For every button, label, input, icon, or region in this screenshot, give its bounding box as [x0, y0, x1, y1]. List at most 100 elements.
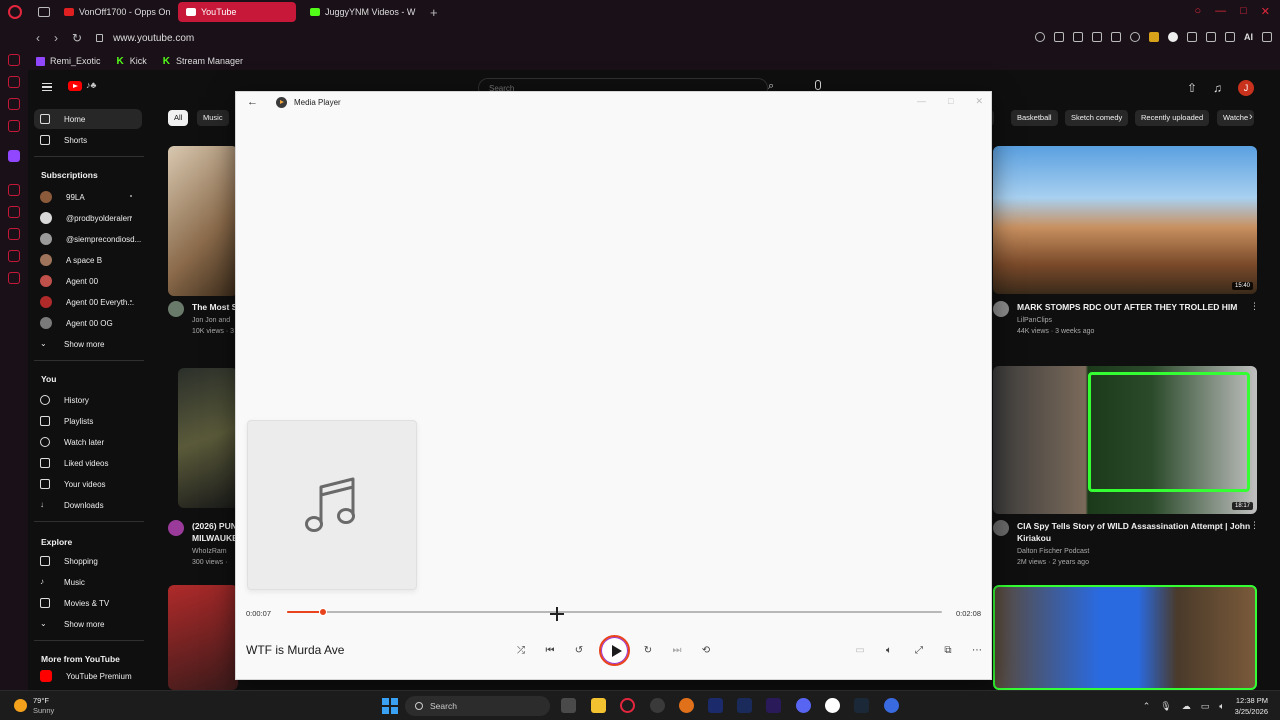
downloads-icon[interactable] — [8, 250, 20, 262]
youtube-logo-icon[interactable] — [68, 81, 82, 91]
hamburger-menu-icon[interactable] — [42, 83, 52, 91]
chip-recently-uploaded[interactable]: Recently uploaded — [1135, 110, 1210, 126]
sidebar-item-sub[interactable]: Agent 00 OG — [34, 313, 142, 333]
video-channel[interactable]: Dalton Fischer Podcast — [1017, 546, 1089, 557]
tab-youtube[interactable]: YouTube — [178, 2, 296, 22]
subscriptions-header[interactable]: Subscriptions — [41, 170, 98, 180]
opera-logo-icon[interactable] — [8, 5, 22, 19]
windows-start-icon[interactable] — [382, 698, 398, 714]
file-explorer-icon[interactable] — [591, 698, 606, 713]
minimize-icon[interactable]: — — [1215, 5, 1226, 18]
new-tab-icon[interactable]: + — [430, 5, 438, 20]
sidebar-item-shorts[interactable]: Shorts — [34, 130, 142, 150]
tab-island-icon[interactable] — [38, 7, 50, 17]
task-view-icon[interactable] — [561, 698, 576, 713]
chip-all[interactable]: All — [168, 110, 189, 126]
sidebar-item-sub[interactable]: @prodbyolderalen — [34, 208, 142, 228]
workspace-icon[interactable] — [8, 76, 20, 88]
sidebar-item-show-more[interactable]: ⌄ Show more — [34, 334, 142, 354]
clock[interactable]: 12:38 PM 3/25/2026 — [1235, 695, 1268, 717]
video-title[interactable]: MARK STOMPS RDC OUT AFTER THEY TROLLED H… — [1017, 301, 1237, 313]
skip-back-10-icon[interactable]: ↺ — [572, 644, 586, 658]
taskbar-search[interactable]: Search — [405, 696, 550, 716]
video-title[interactable]: The Most S — [192, 301, 237, 313]
chip-sketch-comedy[interactable]: Sketch comedy — [1065, 110, 1129, 126]
zoom-icon[interactable] — [1035, 32, 1045, 42]
media-player-taskbar-icon[interactable] — [825, 698, 840, 713]
avatar[interactable] — [993, 301, 1009, 317]
reload-icon[interactable]: ↻ — [72, 31, 82, 45]
premiere-icon[interactable] — [708, 698, 723, 713]
bookmark-icon[interactable] — [1054, 32, 1064, 42]
avatar[interactable] — [993, 520, 1009, 536]
lock-icon[interactable] — [96, 34, 104, 42]
back-arrow-icon[interactable]: ← — [247, 96, 258, 108]
video-thumbnail[interactable] — [178, 368, 238, 508]
shield-icon[interactable] — [1092, 32, 1102, 42]
notifications-bell-icon[interactable]: ♫ — [1213, 81, 1222, 95]
sidebar-item-sub[interactable]: Agent 00 — [34, 271, 142, 291]
url-field[interactable]: www.youtube.com — [113, 33, 194, 44]
weather-description[interactable]: Sunny — [33, 706, 54, 715]
tab-juggy[interactable]: JuggyYNM Videos - W — [302, 2, 422, 22]
sidebar-item-watch-later[interactable]: Watch later — [34, 432, 142, 452]
menu-icon[interactable] — [1262, 32, 1272, 42]
display-icon[interactable]: ▭ — [1201, 701, 1210, 712]
sidebar-item-premium[interactable]: YouTube Premium — [34, 666, 142, 686]
volume-icon[interactable]: 🔈︎ — [1219, 701, 1224, 712]
bookmark-stream-manager[interactable]: K Stream Manager — [163, 56, 243, 67]
sidebar-item-playlists[interactable]: Playlists — [34, 411, 142, 431]
chip-music[interactable]: Music — [197, 110, 229, 126]
skip-forward-30-icon[interactable]: ↻ — [641, 644, 655, 658]
minimize-icon[interactable]: — — [917, 96, 926, 107]
video-title[interactable]: CIA Spy Tells Story of WILD Assassinatio… — [1017, 520, 1250, 532]
bookmark-remi[interactable]: Remi_Exotic — [36, 56, 101, 66]
video-title-line2[interactable]: Kiriakou — [1017, 532, 1051, 544]
close-icon[interactable]: ✕ — [975, 96, 983, 107]
steam-icon[interactable] — [854, 698, 869, 713]
discord-icon[interactable] — [796, 698, 811, 713]
create-icon[interactable]: ⇧ — [1187, 81, 1197, 95]
avatar[interactable]: J — [1238, 80, 1254, 96]
video-channel[interactable]: Jon Jon and — [192, 315, 230, 326]
mini-player-icon[interactable]: ⧉ — [941, 644, 955, 658]
sidebar-item-music[interactable]: ♪ Music — [34, 572, 142, 592]
twitch-icon[interactable] — [8, 150, 20, 162]
volume-icon[interactable]: 🔈︎ — [882, 644, 896, 658]
forward-icon[interactable]: › — [54, 31, 58, 45]
heart-icon[interactable] — [1130, 32, 1140, 42]
maximize-icon[interactable]: □ — [1240, 5, 1247, 18]
previous-track-icon[interactable]: ⏮ — [543, 644, 557, 658]
search-tabs-icon[interactable]: ○ — [1194, 5, 1201, 18]
play-button[interactable] — [599, 635, 630, 666]
sidebar-item-liked[interactable]: Liked videos — [34, 453, 142, 473]
extension-icon[interactable] — [1149, 32, 1159, 42]
screenshot-icon[interactable] — [1073, 32, 1083, 42]
video-thumbnail[interactable]: 18:17 — [993, 366, 1257, 514]
aria-icon[interactable] — [8, 54, 20, 66]
sidebar-item-sub[interactable]: 99LA — [34, 187, 142, 207]
next-track-icon[interactable]: ⏭ — [670, 644, 684, 658]
onedrive-icon[interactable]: ☁︎ — [1182, 701, 1191, 712]
maximize-icon[interactable]: □ — [948, 96, 953, 107]
video-thumbnail[interactable] — [168, 585, 238, 690]
firefox-icon[interactable] — [679, 698, 694, 713]
doodle-logo-icon[interactable]: ♪♣ — [86, 80, 96, 90]
aria-ai-button[interactable]: AI — [1244, 32, 1253, 42]
extension-icon[interactable] — [1187, 32, 1197, 42]
video-thumbnail[interactable]: 15:40 — [993, 146, 1257, 294]
chevron-right-icon[interactable]: › — [1249, 111, 1253, 123]
video-thumbnail[interactable] — [168, 146, 238, 296]
you-header[interactable]: You — [41, 374, 56, 384]
download-icon[interactable] — [1225, 32, 1235, 42]
obs-icon[interactable] — [650, 698, 665, 713]
opera-icon[interactable] — [620, 698, 635, 713]
pinboard-icon[interactable] — [8, 206, 20, 218]
chip-basketball[interactable]: Basketball — [1011, 110, 1058, 126]
fullscreen-icon[interactable]: ⤢ — [912, 644, 926, 658]
player-icon[interactable] — [8, 184, 20, 196]
more-options-icon[interactable]: ⋯ — [970, 644, 984, 658]
sidebar-item-movies[interactable]: Movies & TV — [34, 593, 142, 613]
video-title-line2[interactable]: MILWAUKE — [192, 532, 238, 544]
video-thumbnail[interactable] — [993, 585, 1257, 690]
